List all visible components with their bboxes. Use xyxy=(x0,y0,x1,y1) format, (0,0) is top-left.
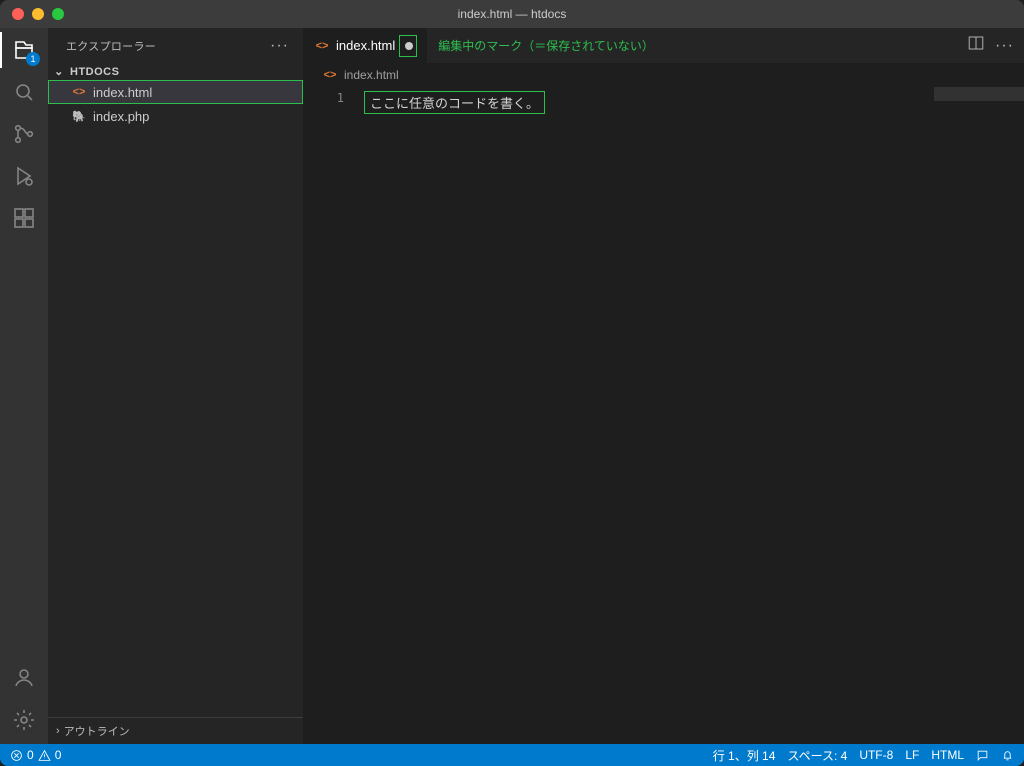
file-item-index-html[interactable]: <> index.html xyxy=(48,80,303,104)
file-tree: <> index.html 🐘 index.php xyxy=(48,80,303,717)
status-encoding[interactable]: UTF-8 xyxy=(859,748,893,762)
editor-body: 1 ここに任意のコードを書く。 xyxy=(304,87,1024,744)
folder-header[interactable]: ⌄ HTDOCS xyxy=(48,63,303,80)
html-file-icon: <> xyxy=(322,67,338,83)
explorer-more-icon[interactable]: ··· xyxy=(270,37,289,55)
activity-bar: 1 xyxy=(0,28,48,744)
window-minimize-button[interactable] xyxy=(32,8,44,20)
dirty-annotation: 編集中のマーク（＝保存されていない） xyxy=(438,37,654,54)
file-name: index.html xyxy=(93,85,152,100)
html-file-icon: <> xyxy=(71,84,87,100)
dirty-mark-highlight xyxy=(399,35,417,57)
activity-source-control-icon[interactable] xyxy=(10,120,38,148)
folder-name: HTDOCS xyxy=(70,66,119,78)
activity-run-debug-icon[interactable] xyxy=(10,162,38,190)
status-indent[interactable]: スペース: 4 xyxy=(787,747,847,764)
activity-explorer-icon[interactable]: 1 xyxy=(10,36,38,64)
code-line-highlight: ここに任意のコードを書く。 xyxy=(364,91,545,114)
status-feedback-icon[interactable] xyxy=(976,749,989,762)
window-body: 1 エクスプローラー xyxy=(0,28,1024,744)
status-language[interactable]: HTML xyxy=(931,748,964,762)
breadcrumb[interactable]: <> index.html xyxy=(304,63,1024,87)
activity-extensions-icon[interactable] xyxy=(10,204,38,232)
breadcrumb-file: index.html xyxy=(344,68,399,82)
line-number: 1 xyxy=(304,91,344,105)
dirty-indicator-icon xyxy=(405,42,413,50)
window-close-button[interactable] xyxy=(12,8,24,20)
editor-area: <> index.html 編集中のマーク（＝保存されていない） ··· <> xyxy=(304,28,1024,744)
status-warnings-count: 0 xyxy=(55,748,62,762)
explorer-sidebar: エクスプローラー ··· ⌄ HTDOCS <> index.html 🐘 in… xyxy=(48,28,304,744)
outline-section[interactable]: › アウトライン xyxy=(48,717,303,744)
tab-index-html[interactable]: <> index.html xyxy=(304,28,428,63)
vscode-window: index.html — htdocs 1 xyxy=(0,0,1024,766)
tab-label: index.html xyxy=(336,38,395,53)
explorer-badge: 1 xyxy=(26,52,40,66)
status-cursor[interactable]: 行 1、列 14 xyxy=(713,747,776,764)
minimap-viewport[interactable] xyxy=(934,87,1024,101)
outline-label: アウトライン xyxy=(64,723,130,739)
status-eol[interactable]: LF xyxy=(905,748,919,762)
split-editor-icon[interactable] xyxy=(967,34,985,57)
tab-actions: ··· xyxy=(967,28,1024,63)
activity-account-icon[interactable] xyxy=(10,664,38,692)
explorer-header: エクスプローラー ··· xyxy=(48,28,303,63)
code-area[interactable]: ここに任意のコードを書く。 xyxy=(362,87,934,744)
activity-settings-icon[interactable] xyxy=(10,706,38,734)
activity-search-icon[interactable] xyxy=(10,78,38,106)
window-title: index.html — htdocs xyxy=(0,7,1024,21)
status-bell-icon[interactable] xyxy=(1001,749,1014,762)
status-bar: 0 0 行 1、列 14 スペース: 4 UTF-8 LF HTML xyxy=(0,744,1024,766)
file-item-index-php[interactable]: 🐘 index.php xyxy=(48,104,303,128)
line-gutter: 1 xyxy=(304,87,362,744)
status-problems[interactable]: 0 0 xyxy=(10,748,61,762)
chevron-right-icon: › xyxy=(56,725,60,737)
traffic-lights xyxy=(12,8,64,20)
explorer-title: エクスプローラー xyxy=(66,38,156,54)
window-zoom-button[interactable] xyxy=(52,8,64,20)
minimap[interactable] xyxy=(934,87,1024,744)
chevron-down-icon: ⌄ xyxy=(52,65,66,78)
status-errors-count: 0 xyxy=(27,748,34,762)
php-file-icon: 🐘 xyxy=(71,108,87,124)
title-bar: index.html — htdocs xyxy=(0,0,1024,28)
tab-more-icon[interactable]: ··· xyxy=(995,37,1014,55)
tab-bar: <> index.html 編集中のマーク（＝保存されていない） ··· xyxy=(304,28,1024,63)
file-name: index.php xyxy=(93,109,149,124)
html-file-icon: <> xyxy=(314,38,330,54)
